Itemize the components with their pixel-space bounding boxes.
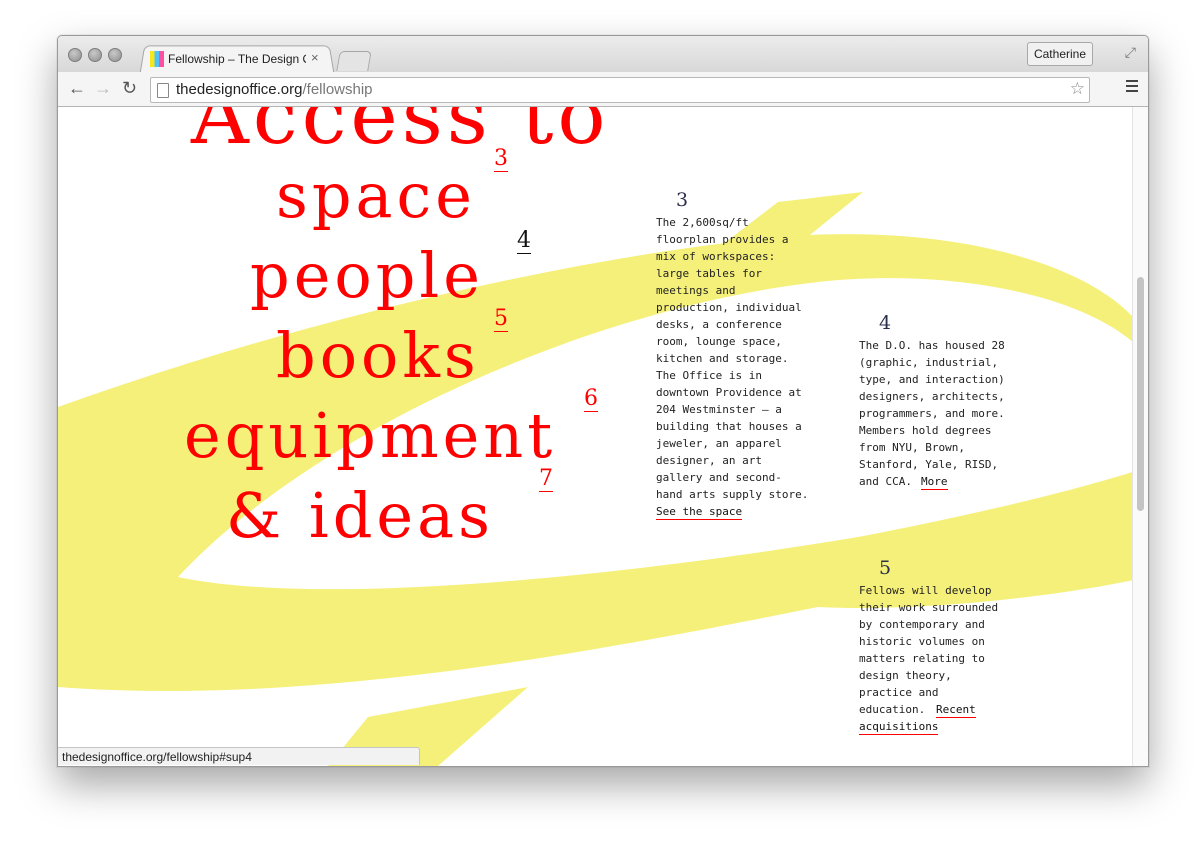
note-number-3: 3 (676, 189, 689, 211)
zoom-window-button[interactable] (108, 48, 122, 62)
toolbar: ← → ↻ thedesignoffice.org/fellowship ☆ (58, 72, 1148, 107)
see-the-space-link[interactable]: See the space (656, 505, 743, 520)
note-5-link-line2: acquisitions (859, 718, 939, 735)
fullscreen-icon[interactable]: ⤢ (1125, 44, 1136, 61)
note-4-text: The D.O. has housed 28 (graphic, industr… (859, 339, 1005, 488)
back-icon[interactable]: ← (68, 79, 86, 97)
hero-line-books: books (276, 319, 480, 392)
tab-content: Fellowship – The Design O × (150, 48, 330, 72)
browser-window: Fellowship – The Design O × Catherine ⤢ … (57, 35, 1149, 767)
tab-title: Fellowship – The Design O (168, 52, 306, 66)
footnote-link-5[interactable]: 5 (494, 307, 508, 332)
scrollbar-thumb[interactable] (1137, 277, 1144, 511)
note-3-text: The 2,600sq/ft floorplan provides a mix … (656, 216, 809, 501)
profile-button[interactable]: Catherine (1026, 42, 1093, 66)
more-link[interactable]: More (921, 475, 948, 490)
note-3-link-line: See the space (656, 503, 743, 520)
page-icon (157, 83, 169, 98)
forward-icon[interactable]: → (94, 79, 112, 97)
tab-close-icon[interactable]: × (311, 50, 319, 65)
address-bar[interactable]: thedesignoffice.org/fellowship ☆ (150, 77, 1090, 103)
close-window-button[interactable] (68, 48, 82, 62)
vertical-scrollbar[interactable] (1132, 107, 1148, 766)
hero-line-access: Access to (191, 107, 610, 162)
favicon-icon (150, 51, 164, 67)
note-4-link-line: More (921, 473, 948, 490)
url-domain: thedesignoffice.org (176, 81, 303, 98)
recent-acquisitions-link-cont[interactable]: acquisitions (859, 720, 939, 735)
page-viewport: Access to space 3 people 4 books 5 equip… (58, 107, 1148, 766)
note-5-text: Fellows will develop their work surround… (859, 584, 999, 716)
new-tab-button[interactable] (336, 51, 372, 71)
footnote-link-7[interactable]: 7 (539, 467, 553, 492)
note-number-5: 5 (879, 557, 892, 579)
hero-line-people: people (250, 239, 484, 312)
url-path: /fellowship (302, 81, 373, 98)
note-number-4: 4 (879, 312, 892, 334)
menu-icon[interactable] (1126, 80, 1138, 92)
bookmark-star-icon[interactable]: ☆ (1070, 79, 1085, 99)
hero-line-ideas: & ideas (226, 479, 494, 552)
hero-line-space: space (276, 159, 476, 232)
footnote-link-3[interactable]: 3 (494, 147, 508, 172)
status-bar: thedesignoffice.org/fellowship#sup4 (58, 747, 420, 765)
minimize-window-button[interactable] (88, 48, 102, 62)
hero-line-equipment: equipment (184, 399, 557, 472)
title-bar: Fellowship – The Design O × Catherine ⤢ (58, 36, 1148, 74)
footnote-link-6[interactable]: 6 (584, 387, 598, 412)
recent-acquisitions-link[interactable]: Recent (936, 703, 976, 718)
note-5-link-line1: Recent (936, 701, 976, 718)
footnote-link-4[interactable]: 4 (517, 229, 531, 254)
reload-icon[interactable]: ↻ (122, 79, 137, 97)
url-text: thedesignoffice.org/fellowship (176, 81, 373, 98)
